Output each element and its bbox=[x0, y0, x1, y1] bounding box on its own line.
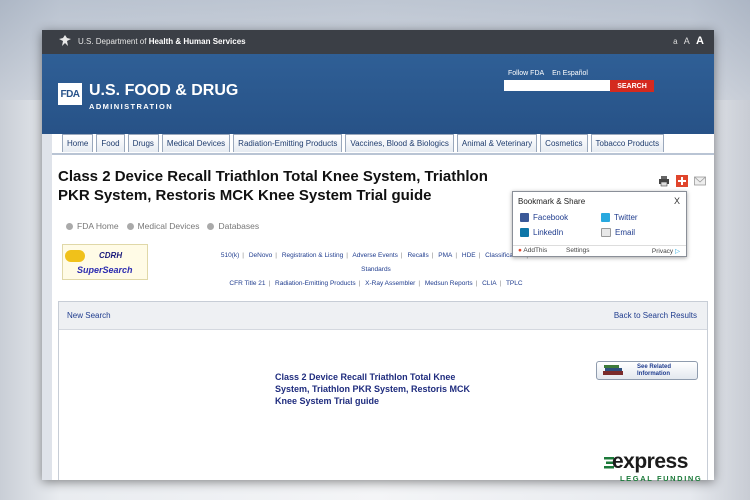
nav-divider bbox=[52, 153, 714, 155]
cdrh-supersearch-logo[interactable]: CDRH SuperSearch bbox=[62, 244, 148, 280]
db-link-clia[interactable]: CLIA bbox=[482, 280, 496, 287]
fda-subtitle: ADMINISTRATION bbox=[89, 102, 174, 111]
db-link-pma[interactable]: PMA bbox=[438, 252, 452, 259]
breadcrumb-item[interactable]: Databases bbox=[207, 221, 259, 231]
share-footer: ● AddThis Settings Privacy ▷ bbox=[513, 245, 686, 256]
see-related-label: See Related Information bbox=[637, 364, 672, 377]
share-facebook[interactable]: Facebook bbox=[520, 213, 568, 222]
privacy-link[interactable]: Privacy ▷ bbox=[652, 247, 680, 255]
bullet-icon bbox=[207, 222, 215, 230]
print-icon[interactable] bbox=[658, 175, 670, 187]
nav-tab-medical-devices[interactable]: Medical Devices bbox=[161, 134, 231, 152]
share-email[interactable]: Email bbox=[601, 228, 635, 237]
en-espanol-link[interactable]: En Español bbox=[552, 70, 588, 77]
breadcrumb-item[interactable]: FDA Home bbox=[66, 221, 119, 231]
envelope-icon bbox=[601, 228, 611, 237]
breadcrumb: FDA Home Medical Devices Databases bbox=[66, 221, 267, 231]
bullet-icon bbox=[66, 222, 73, 230]
nav-tab-tobacco[interactable]: Tobacco Products bbox=[590, 134, 665, 152]
database-links-row-2: CFR Title 21 | Radiation-Emitting Product… bbox=[229, 280, 523, 287]
email-icon[interactable] bbox=[694, 175, 706, 187]
binoculars-icon bbox=[65, 250, 85, 262]
text-size-small[interactable]: a bbox=[673, 37, 677, 46]
fda-logo[interactable]: FDA bbox=[58, 83, 82, 105]
text-size-medium[interactable]: A bbox=[684, 36, 690, 46]
hhs-department-link[interactable]: U.S. Department of Health & Human Servic… bbox=[78, 37, 246, 46]
hhs-eagle-icon bbox=[59, 35, 71, 46]
db-link-hde[interactable]: HDE bbox=[462, 252, 476, 259]
db-link-registration[interactable]: Registration & Listing bbox=[282, 252, 343, 259]
linkedin-icon bbox=[520, 228, 529, 237]
nav-tab-animal-veterinary[interactable]: Animal & Veterinary bbox=[456, 134, 538, 152]
db-link-radiation[interactable]: Radiation-Emitting Products bbox=[275, 280, 356, 287]
nav-tab-cosmetics[interactable]: Cosmetics bbox=[540, 134, 588, 152]
db-link-tplc[interactable]: TPLC bbox=[506, 280, 523, 287]
db-link-cfr[interactable]: CFR Title 21 bbox=[229, 280, 265, 287]
results-panel: New Search Back to Search Results Class … bbox=[58, 301, 708, 480]
facebook-icon bbox=[520, 213, 529, 222]
settings-link[interactable]: Settings bbox=[566, 247, 590, 254]
nav-tab-vaccines[interactable]: Vaccines, Blood & Biologics bbox=[345, 134, 454, 152]
main-nav: Home Food Drugs Medical Devices Radiatio… bbox=[62, 134, 667, 153]
result-title: Class 2 Device Recall Triathlon Total Kn… bbox=[275, 372, 471, 406]
back-to-results-link[interactable]: Back to Search Results bbox=[614, 311, 697, 320]
search-button[interactable]: SEARCH bbox=[610, 80, 654, 92]
share-plus-icon[interactable] bbox=[676, 175, 688, 187]
search-input[interactable] bbox=[504, 80, 614, 91]
nav-tab-drugs[interactable]: Drugs bbox=[127, 134, 159, 152]
twitter-icon bbox=[601, 213, 610, 222]
database-links-row-1: 510(k) | DeNovo | Registration & Listing | … bbox=[220, 252, 528, 273]
header-links: Follow FDA En Español bbox=[508, 70, 594, 77]
db-link-denovo[interactable]: DeNovo bbox=[249, 252, 272, 259]
new-search-link[interactable]: New Search bbox=[67, 311, 111, 320]
books-icon bbox=[603, 365, 623, 375]
fda-header: FDA U.S. FOOD & DRUG ADMINISTRATION Foll… bbox=[42, 54, 714, 134]
share-heading: Bookmark & Share bbox=[518, 197, 586, 206]
follow-fda-link[interactable]: Follow FDA bbox=[508, 70, 544, 77]
text-size-large[interactable]: A bbox=[696, 35, 704, 47]
bookmark-share-popup: Bookmark & Share X Facebook Twitter Link… bbox=[512, 191, 687, 257]
breadcrumb-item[interactable]: Medical Devices bbox=[126, 221, 199, 231]
close-icon[interactable]: X bbox=[674, 196, 680, 206]
db-link-xray[interactable]: X-Ray Assembler bbox=[365, 280, 415, 287]
text-size-controls: a A A bbox=[669, 35, 704, 47]
addthis-link[interactable]: ● AddThis bbox=[518, 247, 547, 254]
results-toolbar: New Search Back to Search Results bbox=[59, 302, 707, 330]
share-linkedin[interactable]: LinkedIn bbox=[520, 228, 563, 237]
nav-tab-home[interactable]: Home bbox=[62, 134, 94, 152]
page-tools bbox=[652, 175, 706, 187]
db-link-standards[interactable]: Standards bbox=[361, 266, 391, 273]
fda-title[interactable]: U.S. FOOD & DRUG bbox=[89, 82, 238, 100]
nav-tab-radiation-emitting[interactable]: Radiation-Emitting Products bbox=[233, 134, 343, 152]
database-links: 510(k) | DeNovo | Registration & Listing | … bbox=[206, 249, 546, 291]
db-link-medsun[interactable]: Medsun Reports bbox=[425, 280, 473, 287]
see-related-button[interactable]: See Related Information bbox=[596, 361, 698, 380]
nav-tab-food[interactable]: Food bbox=[96, 134, 125, 152]
page-title: Class 2 Device Recall Triathlon Total Kn… bbox=[58, 168, 488, 204]
share-twitter[interactable]: Twitter bbox=[601, 213, 638, 222]
hhs-bar: U.S. Department of Health & Human Servic… bbox=[42, 30, 714, 54]
db-link-510k[interactable]: 510(k) bbox=[221, 252, 239, 259]
bullet-icon bbox=[126, 222, 134, 230]
db-link-adverse-events[interactable]: Adverse Events bbox=[352, 252, 398, 259]
db-link-recalls[interactable]: Recalls bbox=[407, 252, 428, 259]
